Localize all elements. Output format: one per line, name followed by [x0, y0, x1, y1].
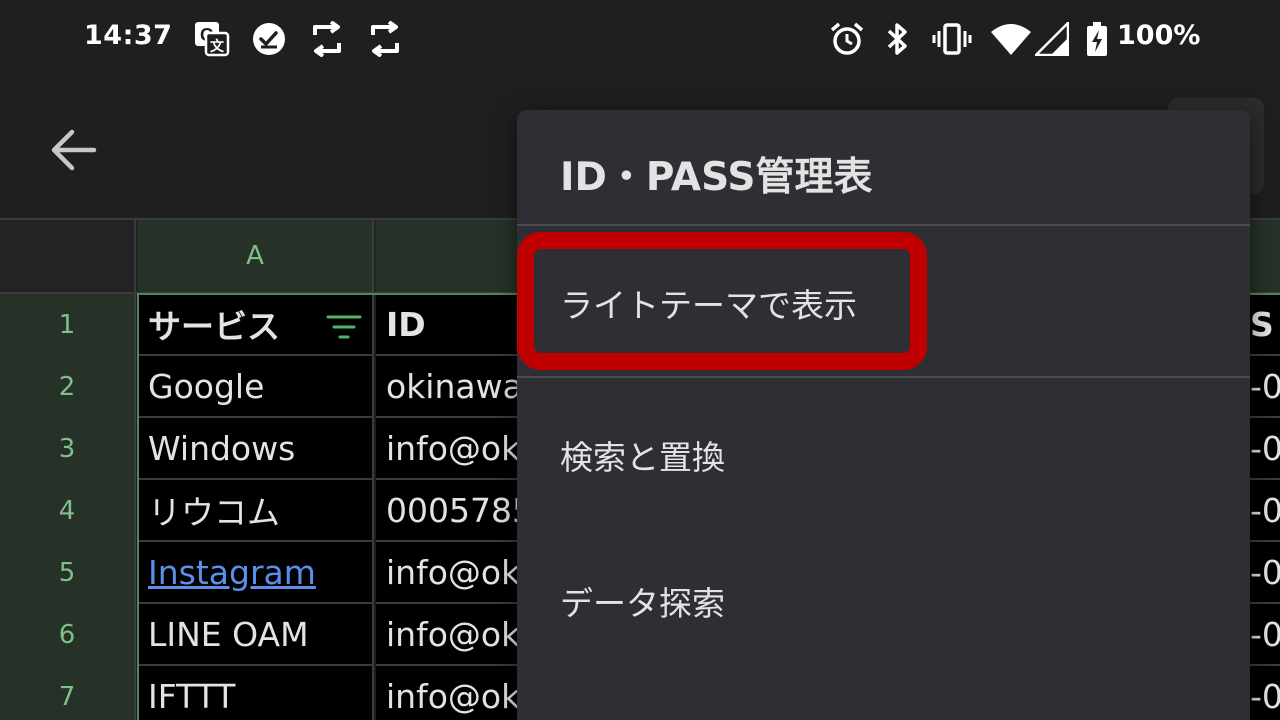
cell-c5[interactable]: -02 — [1250, 542, 1280, 604]
cellular-icon — [1034, 20, 1070, 58]
alarm-icon — [828, 20, 866, 58]
vibrate-icon — [932, 20, 972, 58]
cell-a7[interactable]: IFTTT — [138, 666, 374, 720]
cell-b4[interactable]: 0005785 — [376, 480, 526, 542]
cell-a4[interactable]: リウコム — [138, 480, 374, 542]
menu-item-find-replace[interactable]: 検索と置換 — [517, 400, 1250, 510]
menu-item-explore[interactable]: データ探索 — [517, 546, 1250, 656]
row-number[interactable]: 2 — [0, 356, 136, 418]
cell-c7[interactable]: -02 — [1250, 666, 1280, 720]
row-number[interactable]: 7 — [0, 666, 136, 720]
battery-charging-icon — [1084, 20, 1110, 58]
menu-title: ID・PASS管理表 — [560, 155, 873, 200]
cell-a5-link[interactable]: Instagram — [138, 542, 374, 604]
cell-b6[interactable]: info@ok — [376, 604, 526, 666]
cell-c2[interactable]: -02 — [1250, 356, 1280, 418]
cell-a2[interactable]: Google — [138, 356, 374, 418]
arrow-back-icon — [51, 129, 97, 171]
row-number[interactable]: 6 — [0, 604, 136, 666]
wifi-icon — [990, 20, 1032, 58]
row-number[interactable]: 4 — [0, 480, 136, 542]
row-number[interactable]: 3 — [0, 418, 136, 480]
cell-b2[interactable]: okinawa — [376, 356, 526, 418]
back-button[interactable] — [44, 120, 104, 180]
sync-icon — [306, 20, 348, 58]
cell-a6[interactable]: LINE OAM — [138, 604, 374, 666]
svg-text:文: 文 — [210, 38, 225, 54]
menu-item-light-theme[interactable]: ライトテーマで表示 — [517, 248, 1250, 358]
cell-c1[interactable]: S — [1250, 294, 1280, 356]
cell-c6[interactable]: -02 — [1250, 604, 1280, 666]
cell-a3[interactable]: Windows — [138, 418, 374, 480]
cell-b5[interactable]: info@ok — [376, 542, 526, 604]
cell-c4[interactable]: -02 — [1250, 480, 1280, 542]
row-number[interactable]: 1 — [0, 294, 136, 356]
sync-icon — [364, 20, 406, 58]
cell-c3[interactable]: -02 — [1250, 418, 1280, 480]
menu-divider — [517, 224, 1250, 226]
filter-icon[interactable] — [324, 310, 364, 344]
select-all-corner[interactable] — [0, 220, 136, 292]
menu-divider — [517, 376, 1250, 378]
row-number[interactable]: 5 — [0, 542, 136, 604]
translate-icon: G 文 — [192, 20, 232, 58]
bluetooth-icon — [882, 20, 914, 58]
status-time: 14:37 — [84, 20, 173, 51]
overflow-menu: ID・PASS管理表 ライトテーマで表示 検索と置換 データ探索 — [517, 110, 1250, 720]
check-circle-icon — [250, 20, 288, 58]
cell-b1[interactable]: ID — [376, 294, 526, 356]
status-bar: 14:37 G 文 — [0, 0, 1280, 78]
battery-percentage: 100% — [1117, 20, 1201, 51]
column-header-a[interactable]: A — [138, 220, 374, 292]
cell-b7[interactable]: info@ok — [376, 666, 526, 720]
cell-b3[interactable]: info@ok — [376, 418, 526, 480]
